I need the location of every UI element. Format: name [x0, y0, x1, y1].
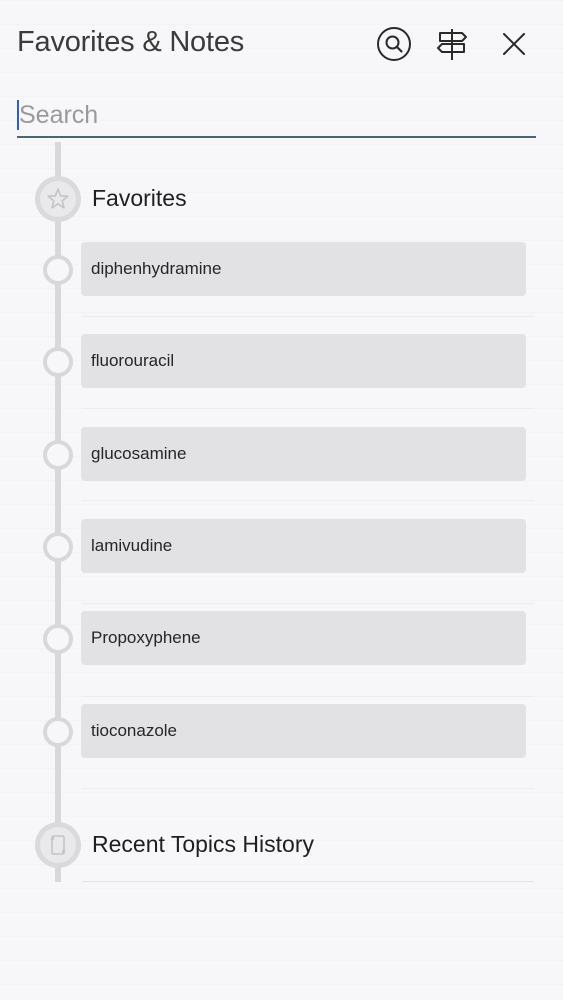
search-button[interactable]: [376, 26, 412, 62]
favorite-item-label: glucosamine: [91, 444, 187, 463]
favorites-label: Favorites: [92, 185, 187, 211]
favorite-item-box[interactable]: tioconazole: [81, 704, 526, 758]
favorite-item[interactable]: fluorouracil: [0, 334, 563, 390]
favorite-item-label: diphenhydramine: [91, 259, 222, 278]
header: Favorites & Notes: [0, 0, 563, 90]
text-cursor: [17, 100, 19, 130]
favorite-item-box[interactable]: lamivudine: [81, 519, 526, 573]
star-icon: [47, 188, 69, 209]
favorite-item[interactable]: diphenhydramine: [0, 242, 563, 298]
favorite-item[interactable]: glucosamine: [0, 427, 563, 483]
favorite-item-label: Propoxyphene: [91, 628, 201, 647]
close-button[interactable]: [496, 26, 532, 62]
timeline-node: [43, 440, 73, 470]
recent-history-section-header[interactable]: Recent Topics History: [0, 818, 563, 874]
recent-history-node: [35, 822, 81, 868]
history-icon: [50, 835, 66, 855]
favorite-item[interactable]: lamivudine: [0, 519, 563, 575]
favorite-item-label: fluorouracil: [91, 351, 175, 370]
search-input[interactable]: [17, 96, 536, 134]
favorites-notes-panel: Favorites & Notes Search Favorites diphe…: [0, 0, 563, 1000]
search-field: [17, 96, 536, 138]
favorite-item[interactable]: Propoxyphene: [0, 611, 563, 667]
favorite-item-box[interactable]: glucosamine: [81, 427, 526, 481]
favorite-item-label: lamivudine: [91, 536, 173, 555]
timeline-node: [43, 717, 73, 747]
signpost-button[interactable]: [434, 26, 470, 62]
favorite-item-box[interactable]: Propoxyphene: [81, 611, 526, 665]
favorite-item[interactable]: tioconazole: [0, 704, 563, 760]
favorite-item-box[interactable]: fluorouracil: [81, 334, 526, 388]
divider: [82, 500, 534, 501]
favorite-item-box[interactable]: diphenhydramine: [81, 242, 526, 296]
timeline-node: [43, 255, 73, 285]
search-icon: [377, 27, 411, 61]
recent-history-label: Recent Topics History: [92, 831, 314, 857]
divider: [82, 408, 534, 409]
signpost-icon: [437, 29, 467, 60]
divider: [82, 881, 534, 882]
divider: [82, 788, 534, 789]
divider: [82, 603, 534, 604]
favorite-item-label: tioconazole: [91, 721, 178, 740]
favorites-node: [35, 176, 81, 222]
divider: [82, 696, 534, 697]
page-title: Favorites & Notes: [17, 26, 245, 58]
close-icon: [503, 33, 525, 55]
timeline-node: [43, 624, 73, 654]
favorites-section-header[interactable]: Favorites: [0, 172, 563, 228]
timeline-node: [43, 532, 73, 562]
timeline-node: [43, 347, 73, 377]
divider: [82, 316, 534, 317]
